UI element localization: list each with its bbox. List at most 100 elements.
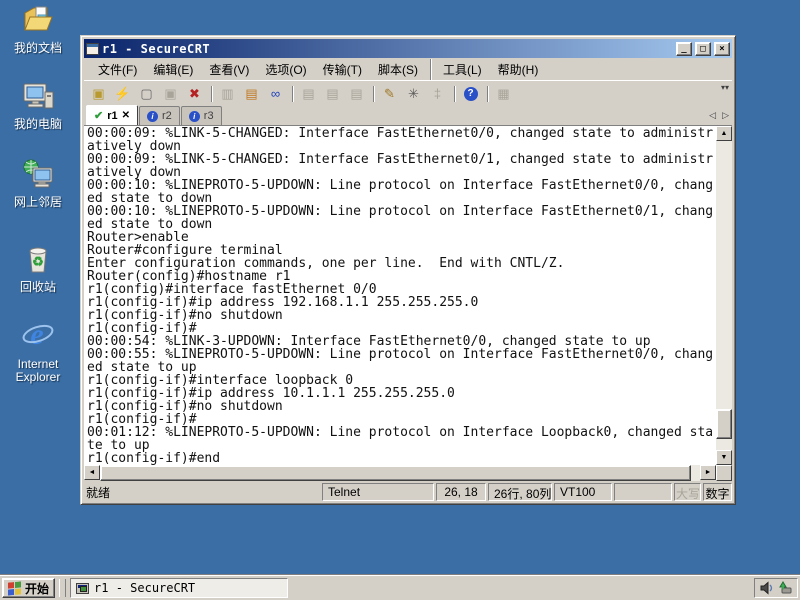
tab-bar: ✔ r1 ✕ i r2 i r3 ◁ ▷	[84, 105, 732, 126]
tab-label: r2	[162, 110, 172, 122]
menu-view[interactable]: 查看(V)	[201, 59, 257, 80]
securecrt-window: r1 - SecureCRT _ □ × 文件(F) 编辑(E) 查看(V) 选…	[80, 35, 736, 505]
menu-bar: 文件(F) 编辑(E) 查看(V) 选项(O) 传输(T) 脚本(S) 工具(L…	[84, 58, 732, 80]
desktop-icon-label: Internet Explorer	[15, 357, 61, 384]
maximize-button[interactable]: □	[695, 41, 711, 56]
new-session-icon[interactable]: ▢	[135, 84, 158, 104]
scroll-right-icon[interactable]: ►	[700, 465, 716, 480]
tab-r1[interactable]: ✔ r1 ✕	[86, 105, 139, 125]
tab-label: r1	[107, 109, 118, 122]
task-button-label: r1 - SecureCRT	[94, 581, 196, 595]
terminal-line: r1(config-if)#end	[87, 451, 221, 465]
copy-icon[interactable]: ▥	[216, 84, 239, 104]
scroll-left-icon[interactable]: ◄	[84, 465, 100, 480]
desktop-icon-label: 我的电脑	[13, 117, 62, 131]
menu-edit[interactable]: 编辑(E)	[145, 59, 201, 80]
scroll-corner	[716, 465, 732, 481]
vertical-scroll-thumb[interactable]	[716, 409, 732, 439]
print-preview-icon[interactable]: ▤	[321, 84, 344, 104]
desktop-icon-internet-explorer[interactable]: e Internet Explorer	[1, 318, 75, 384]
recycle-bin-icon: ♻	[29, 247, 47, 273]
svg-text:♻: ♻	[32, 254, 44, 269]
terminal-line: 00:01:12: %LINEPROTO-5-UPDOWN: Line prot…	[87, 425, 714, 440]
status-emulation: VT100	[554, 483, 612, 501]
volume-icon[interactable]	[760, 581, 774, 595]
menu-script[interactable]: 脚本(S)	[370, 59, 426, 80]
desktop-icon-label: 我的文档	[13, 41, 62, 55]
print-icon[interactable]: ▤	[297, 84, 320, 104]
toolbar-separator	[288, 84, 296, 104]
menu-options[interactable]: 选项(O)	[257, 59, 314, 80]
horizontal-scrollbar[interactable]: ◄ ►	[84, 465, 732, 481]
info-icon: i	[188, 110, 200, 122]
status-ready: 就绪	[86, 486, 111, 500]
print-setup-icon[interactable]: ▤	[345, 84, 368, 104]
app-icon	[86, 42, 99, 55]
tab-close-icon[interactable]: ✕	[122, 110, 130, 121]
disconnect-icon[interactable]: ✖	[183, 84, 206, 104]
toolbar-overflow-chevron-icon[interactable]: ▾▾	[721, 83, 729, 92]
tab-scroll-left-icon[interactable]: ◁	[709, 110, 716, 121]
vertical-scrollbar[interactable]: ▲ ▼	[716, 126, 732, 465]
minimize-button[interactable]: _	[676, 41, 692, 56]
windows-logo-icon	[8, 580, 21, 596]
scroll-up-icon[interactable]: ▲	[716, 126, 732, 141]
horizontal-scroll-thumb[interactable]	[100, 465, 691, 481]
my-documents-icon	[24, 6, 53, 31]
status-protocol: Telnet	[322, 483, 434, 501]
start-button[interactable]: 开始	[2, 578, 56, 598]
status-caps-lock: 大写	[674, 483, 701, 501]
help-icon[interactable]: ?	[459, 84, 482, 104]
status-bar: 就绪 Telnet 26, 18 26行, 80列 VT100 大写 数字	[84, 481, 732, 501]
session-options-icon[interactable]: ✎	[378, 84, 401, 104]
desktop: 我的文档 我的电脑 网上邻居 ♻ 回收站 e Internet Explorer…	[0, 0, 800, 600]
taskbar-grip	[59, 579, 67, 597]
menu-tools: 工具(L)	[429, 58, 490, 80]
close-button[interactable]: ×	[714, 41, 730, 56]
status-cursor-position: 26, 18	[436, 483, 486, 501]
window-title: r1 - SecureCRT	[102, 41, 211, 56]
remove-hardware-icon[interactable]	[778, 581, 792, 595]
horizontal-scroll-track[interactable]	[100, 465, 700, 481]
terminal-region: 00:00:09: %LINK-5-CHANGED: Interface Fas…	[84, 126, 732, 465]
tab-r2[interactable]: i r2	[139, 106, 180, 125]
connected-check-icon: ✔	[94, 110, 104, 122]
toolbar: ▣ ⚡ ▢ ▣ ✖ ▥ ▤ ∞ ▤ ▤ ▤ ✎ ✳ ‡ ? ▦ ▾▾	[84, 80, 732, 106]
quick-connect-icon[interactable]: ⚡	[111, 84, 134, 104]
desktop-icon-network-places[interactable]: 网上邻居	[1, 158, 75, 209]
desktop-icon-label: 回收站	[19, 280, 56, 294]
task-button-securecrt[interactable]: r1 - SecureCRT	[70, 578, 289, 598]
reconnect-icon[interactable]: ▣	[159, 84, 182, 104]
desktop-icon-my-computer[interactable]: 我的电脑	[1, 80, 75, 131]
scroll-down-icon[interactable]: ▼	[716, 450, 732, 465]
toolbar-separator	[369, 84, 377, 104]
terminal-output[interactable]: 00:00:09: %LINK-5-CHANGED: Interface Fas…	[84, 126, 716, 465]
title-bar[interactable]: r1 - SecureCRT _ □ ×	[84, 39, 732, 58]
desktop-icon-my-documents[interactable]: 我的文档	[1, 4, 75, 55]
my-computer-icon	[23, 83, 54, 109]
system-tray	[754, 578, 798, 598]
info-icon: i	[147, 110, 159, 122]
tab-scroll-arrows: ◁ ▷	[709, 106, 732, 125]
toolbar-separator	[483, 84, 491, 104]
desktop-icon-recycle-bin[interactable]: ♻ 回收站	[1, 243, 75, 294]
internet-explorer-icon: e	[22, 318, 54, 351]
paste-icon[interactable]: ▤	[240, 84, 263, 104]
find-icon[interactable]: ∞	[264, 84, 287, 104]
connect-dialog-icon[interactable]: ▣	[87, 84, 110, 104]
vertical-scroll-track[interactable]	[716, 141, 732, 450]
terminal-line: 00:00:09: %LINK-5-CHANGED: Interface Fas…	[87, 152, 714, 167]
menu-file[interactable]: 文件(F)	[90, 59, 145, 80]
menu-transfer[interactable]: 传输(T)	[315, 59, 370, 80]
menu-help[interactable]: 帮助(H)	[490, 59, 547, 80]
start-label: 开始	[25, 581, 50, 596]
toolbar-separator	[450, 84, 458, 104]
status-num-lock: 数字	[703, 483, 732, 501]
tab-r3[interactable]: i r3	[180, 106, 222, 125]
global-options-icon[interactable]: ✳	[402, 84, 425, 104]
auto-hide-icon[interactable]: ▦	[492, 84, 515, 104]
network-places-icon	[23, 159, 53, 188]
key-icon[interactable]: ‡	[426, 84, 449, 104]
status-screen-size: 26行, 80列	[488, 483, 552, 501]
tab-scroll-right-icon[interactable]: ▷	[722, 110, 729, 121]
